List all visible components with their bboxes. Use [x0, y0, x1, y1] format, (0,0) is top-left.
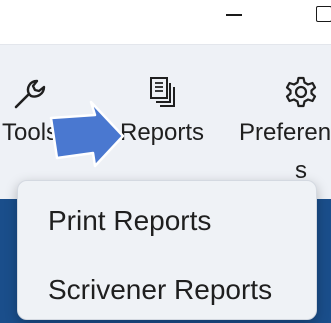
- scrivener-reports-label: Scrivener Reports: [48, 274, 273, 305]
- maximize-button[interactable]: [306, 0, 331, 30]
- reports-button[interactable]: Reports: [112, 45, 222, 195]
- menu-item-print-reports[interactable]: Print Reports: [18, 191, 316, 251]
- print-reports-label: Print Reports: [48, 205, 212, 236]
- maximize-icon: [316, 6, 331, 22]
- reports-icon: [150, 77, 175, 107]
- wrench-icon: [14, 79, 46, 109]
- minimize-button[interactable]: [218, 0, 252, 30]
- title-bar: [0, 0, 331, 44]
- menu-item-scrivener-reports[interactable]: Scrivener Reports: [18, 260, 316, 320]
- preferences-label-line1: Preferen: [239, 119, 331, 146]
- gear-icon: [285, 76, 317, 108]
- reports-dropdown-menu: Print Reports Scrivener Reports: [17, 180, 317, 320]
- reports-label: Reports: [120, 119, 205, 146]
- ribbon-toolbar: Tools Reports Preferen s: [0, 44, 331, 199]
- callout-arrow-icon: [49, 100, 125, 168]
- preferences-button[interactable]: Preferen s: [232, 45, 331, 195]
- minimize-icon: [226, 14, 242, 16]
